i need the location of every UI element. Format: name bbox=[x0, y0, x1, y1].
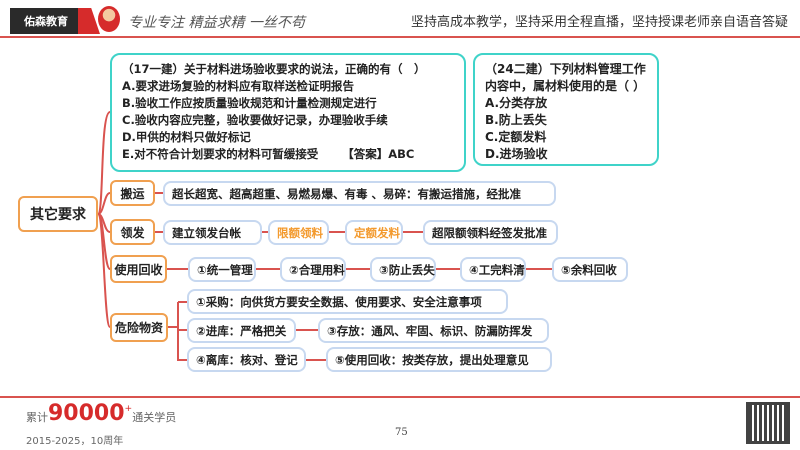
student-stats: 累计 90000 + 通关学员 bbox=[26, 403, 176, 425]
footer-divider bbox=[0, 396, 800, 398]
hazard-item: ②进库：严格把关 bbox=[187, 318, 296, 343]
node-hazard: 危险物资 bbox=[110, 313, 168, 342]
recycle-item: ②合理用料 bbox=[280, 257, 346, 282]
anniversary-text: 2015-2025，10周年 bbox=[26, 436, 124, 447]
recycle-item: ④工完料清 bbox=[460, 257, 526, 282]
node-recycle: 使用回收 bbox=[110, 255, 167, 283]
transport-content: 超长超宽、超高超重、易燃易爆、有毒 、易碎：有搬运措施，经批准 bbox=[163, 181, 556, 206]
issue-item: 超限额领料经签发批准 bbox=[423, 220, 558, 245]
recycle-item: ①统一管理 bbox=[188, 257, 256, 282]
recycle-item: ⑤余料回收 bbox=[552, 257, 628, 282]
stats-plus: + bbox=[124, 403, 133, 414]
root-node: 其它要求 bbox=[18, 196, 98, 232]
hazard-item: ③存放：通风、牢固、标识、防漏防挥发 bbox=[318, 318, 549, 343]
node-transport: 搬运 bbox=[110, 180, 155, 206]
recycle-item: ③防止丢失 bbox=[370, 257, 436, 282]
hazard-item: ⑤使用回收：按类存放，提出处理意见 bbox=[326, 347, 552, 372]
page-number: 75 bbox=[395, 427, 408, 438]
hazard-item: ④离库：核对、登记 bbox=[187, 347, 306, 372]
node-issue: 领发 bbox=[110, 219, 155, 245]
stats-count: 90000 bbox=[48, 401, 125, 426]
connector bbox=[97, 111, 111, 215]
issue-item: 建立领发台帐 bbox=[163, 220, 262, 245]
qr-code-icon bbox=[746, 402, 790, 444]
hazard-item: ①采购：向供货方要安全数据、使用要求、安全注意事项 bbox=[187, 289, 508, 314]
issue-item-highlight: 定额发料 bbox=[345, 220, 403, 245]
stats-suffix: 通关学员 bbox=[132, 411, 177, 424]
stats-prefix: 累计 bbox=[26, 411, 48, 424]
issue-item-highlight: 限额领料 bbox=[268, 220, 329, 245]
